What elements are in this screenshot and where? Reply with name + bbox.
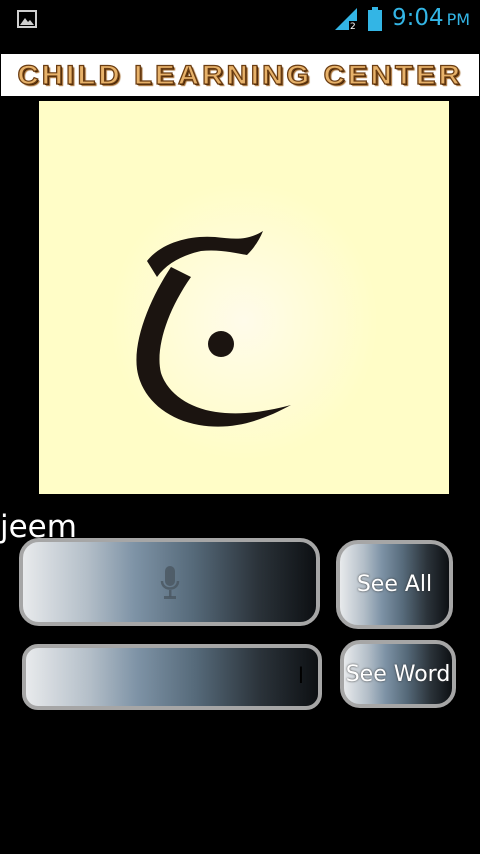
status-clock: 9:04 PM xyxy=(392,5,470,31)
see-all-button[interactable]: See All xyxy=(336,540,453,629)
jeem-letter-glyph xyxy=(136,231,291,427)
see-word-button[interactable]: See Word xyxy=(340,640,456,708)
status-bar: 2 9:04 PM xyxy=(0,0,480,38)
signal-icon: 2 xyxy=(335,8,358,30)
answer-value: ا xyxy=(297,664,304,689)
answer-input-field[interactable]: ا xyxy=(22,644,322,710)
app-banner: CHILD LEARNING CENTER xyxy=(1,54,479,96)
see-word-label: See Word xyxy=(345,661,451,687)
mic-icon[interactable] xyxy=(160,565,180,601)
clock-ampm: PM xyxy=(446,10,471,29)
clock-time: 9:04 xyxy=(392,5,444,31)
banner-title: CHILD LEARNING CENTER xyxy=(17,59,463,90)
battery-icon xyxy=(368,7,382,31)
gallery-icon xyxy=(17,10,37,28)
see-all-label: See All xyxy=(356,572,433,597)
letter-image xyxy=(39,101,449,494)
svg-text:2: 2 xyxy=(350,22,356,30)
